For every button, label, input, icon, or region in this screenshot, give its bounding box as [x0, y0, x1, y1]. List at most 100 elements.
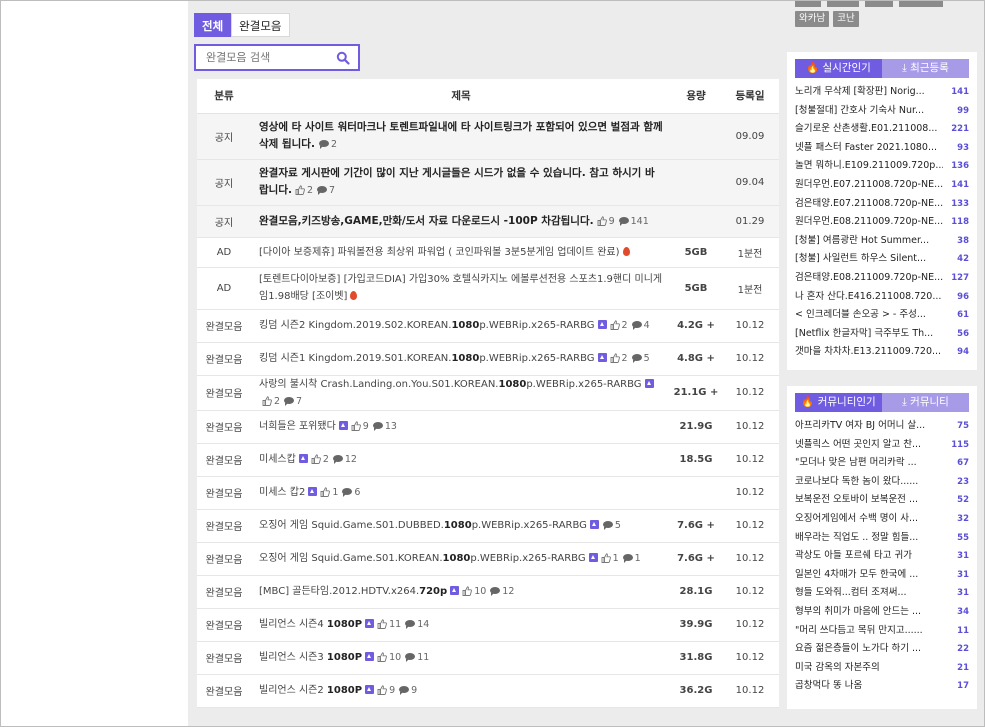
- title-quality[interactable]: 1080P: [327, 685, 362, 696]
- row-title-cell[interactable]: 미세스 캅2 1 6: [251, 476, 671, 510]
- item-title[interactable]: 요즘 젊은층들이 노가다 하기 ...: [795, 640, 943, 659]
- list-item[interactable]: 일본인 4차매가 모두 한국에 ... 31: [795, 566, 969, 585]
- list-item[interactable]: 곽상도 아들 포르쉐 타고 귀가 31: [795, 547, 969, 566]
- title-text[interactable]: 오징어 게임 Squid.Game.S01.KOREAN.: [259, 553, 443, 564]
- list-item[interactable]: 원더우먼.E08.211009.720p-NE... 118: [795, 213, 969, 232]
- title-text[interactable]: 빌리언스 시즌4: [259, 619, 327, 630]
- list-item[interactable]: "모더나 맞은 남편 머리카락 ... 67: [795, 454, 969, 473]
- row-title-cell[interactable]: [MBC] 골든타임.2012.HDTV.x264.720p 10 12: [251, 575, 671, 609]
- table-row[interactable]: 공지 영상에 타 사이트 워터마크나 토렌트파일내에 타 사이트링크가 포함되어 …: [197, 113, 779, 160]
- title-text[interactable]: 빌리언스 시즌2: [259, 685, 327, 696]
- list-item[interactable]: 오징어게임에서 수백 명이 사... 32: [795, 510, 969, 529]
- row-title-cell[interactable]: 영상에 타 사이트 워터마크나 토렌트파일내에 타 사이트링크가 포함되어 있으…: [251, 113, 671, 160]
- tab-completed[interactable]: 완결모음: [231, 13, 290, 37]
- item-title[interactable]: 넷플릭스 어떤 곳인지 알고 찬...: [795, 436, 943, 455]
- list-item[interactable]: 배우라는 직업도 .. 정말 힘들... 55: [795, 529, 969, 548]
- row-title[interactable]: 미세스캅: [259, 454, 296, 465]
- table-row[interactable]: 공지 완결모음,키즈방송,GAME,만화/도서 자료 다운로드시 -100P 차감…: [197, 205, 779, 238]
- table-row[interactable]: 완결모음 너희들은 포위됐다 9 13 21.9G 10.12: [197, 410, 779, 444]
- item-title[interactable]: 보복운전 오토바이 보복운전 ...: [795, 491, 943, 510]
- item-title[interactable]: 검은태양.E08.211009.720p-NE...: [795, 269, 943, 288]
- item-title[interactable]: 일본인 4차매가 모두 한국에 ...: [795, 566, 943, 585]
- search-input[interactable]: [196, 46, 331, 69]
- row-title-cell[interactable]: 오징어 게임 Squid.Game.S01.DUBBED.1080p.WEBRi…: [251, 509, 671, 543]
- tab-recent[interactable]: ⤓ 최근등록: [882, 59, 969, 78]
- row-title-cell[interactable]: 완결모음,키즈방송,GAME,만화/도서 자료 다운로드시 -100P 차감됩니…: [251, 205, 671, 238]
- item-title[interactable]: 곱창먹다 똥 나옴: [795, 677, 943, 696]
- tab-community-popular[interactable]: 🔥 커뮤니티인기: [795, 393, 882, 412]
- row-title-cell[interactable]: 킹덤 시즌2 Kingdom.2019.S02.KOREAN.1080p.WEB…: [251, 309, 671, 343]
- row-title-cell[interactable]: 빌리언스 시즌3 1080P 10 11: [251, 641, 671, 675]
- title-quality[interactable]: 1080: [498, 379, 526, 390]
- tab-community[interactable]: ⤓ 커뮤니티: [882, 393, 969, 412]
- table-row[interactable]: 완결모음 킹덤 시즌2 Kingdom.2019.S02.KOREAN.1080p…: [197, 309, 779, 343]
- item-title[interactable]: 검은태양.E07.211008.720p-NE...: [795, 195, 943, 214]
- item-title[interactable]: 오징어게임에서 수백 명이 사...: [795, 510, 943, 529]
- row-title-cell[interactable]: 사랑의 불시착 Crash.Landing.on.You.S01.KOREAN.…: [251, 375, 671, 411]
- row-title[interactable]: 오징어 게임 Squid.Game.S01.DUBBED.1080p.WEBRi…: [259, 520, 587, 531]
- item-title[interactable]: 형들 도와줘...컴터 조져써...: [795, 584, 943, 603]
- title-quality[interactable]: 1080: [451, 320, 479, 331]
- row-title[interactable]: 킹덤 시즌1 Kingdom.2019.S01.KOREAN.1080p.WEB…: [259, 353, 595, 364]
- list-item[interactable]: [청불] 여름광란 Hot Summer... 38: [795, 232, 969, 251]
- item-title[interactable]: 배우라는 직업도 .. 정말 힘들...: [795, 529, 943, 548]
- item-title[interactable]: 형부의 취미가 마음에 안드는 ...: [795, 603, 943, 622]
- chip-wakanam[interactable]: 와카남: [795, 11, 830, 27]
- item-title[interactable]: 원더우먼.E08.211009.720p-NE...: [795, 213, 943, 232]
- row-title[interactable]: 빌리언스 시즌4 1080P: [259, 619, 362, 630]
- list-item[interactable]: 아프리카TV 여자 BJ 어머니 살... 75: [795, 417, 969, 436]
- title-suffix[interactable]: p.WEBRip.x265-RARBG: [472, 520, 587, 531]
- item-title[interactable]: [청불] 여름광란 Hot Summer...: [795, 232, 943, 251]
- title-text[interactable]: 킹덤 시즌1 Kingdom.2019.S01.KOREAN.: [259, 353, 451, 364]
- item-title[interactable]: 갯마을 차차차.E13.211009.720...: [795, 343, 943, 362]
- title-text[interactable]: 너희들은 포위됐다: [259, 421, 336, 432]
- list-item[interactable]: < 인크레더블 손오공 > - 주성... 61: [795, 306, 969, 325]
- table-row[interactable]: 완결모음 빌리언스 시즌4 1080P 11 14 39.9G 10.12: [197, 608, 779, 642]
- item-title[interactable]: 미국 감옥의 자본주의: [795, 659, 943, 678]
- title-suffix[interactable]: p.WEBRip.x265-RARBG: [479, 353, 594, 364]
- row-title-cell[interactable]: 너희들은 포위됐다 9 13: [251, 410, 671, 444]
- list-item[interactable]: "머리 쓰다듬고 목뒤 만지고...... 11: [795, 622, 969, 641]
- title-text[interactable]: [MBC] 골든타임.2012.HDTV.x264.: [259, 586, 419, 597]
- list-item[interactable]: 원더우먼.E07.211008.720p-NE... 141: [795, 176, 969, 195]
- row-title[interactable]: [다이아 보증제휴] 파워볼전용 최상위 파워업 ( 코인파워볼 3분5분게임 …: [259, 247, 620, 258]
- row-title-cell[interactable]: [다이아 보증제휴] 파워볼전용 최상위 파워업 ( 코인파워볼 3분5분게임 …: [251, 237, 671, 268]
- title-quality[interactable]: 1080: [444, 520, 472, 531]
- row-title[interactable]: 완결모음,키즈방송,GAME,만화/도서 자료 다운로드시 -100P 차감됩니…: [259, 215, 594, 227]
- item-title[interactable]: < 인크레더블 손오공 > - 주성...: [795, 306, 943, 325]
- list-item[interactable]: 슬기로운 산촌생활.E01.211008... 221: [795, 120, 969, 139]
- title-quality[interactable]: 1080P: [327, 652, 362, 663]
- row-title-cell[interactable]: [토렌트다이아보증] [가입코드DIA] 가입30% 호텔식카지노 에볼루션전용…: [251, 267, 671, 310]
- row-title[interactable]: 빌리언스 시즌3 1080P: [259, 652, 362, 663]
- row-title[interactable]: 미세스 캅2: [259, 487, 305, 498]
- title-text[interactable]: [토렌트다이아보증] [가입코드DIA] 가입30% 호텔식카지노 에볼루션전용…: [259, 274, 662, 302]
- title-text[interactable]: 오징어 게임 Squid.Game.S01.DUBBED.: [259, 520, 444, 531]
- list-item[interactable]: [Netflix 한글자막] 극주부도 Th... 56: [795, 325, 969, 344]
- item-title[interactable]: "머리 쓰다듬고 목뒤 만지고......: [795, 622, 943, 641]
- item-title[interactable]: 곽상도 아들 포르쉐 타고 귀가: [795, 547, 943, 566]
- table-row[interactable]: AD [토렌트다이아보증] [가입코드DIA] 가입30% 호텔식카지노 에볼루션…: [197, 267, 779, 310]
- row-title[interactable]: 킹덤 시즌2 Kingdom.2019.S02.KOREAN.1080p.WEB…: [259, 320, 595, 331]
- row-title-cell[interactable]: 빌리언스 시즌4 1080P 11 14: [251, 608, 671, 642]
- tab-all[interactable]: 전체: [194, 13, 232, 37]
- item-title[interactable]: [Netflix 한글자막] 극주부도 Th...: [795, 325, 943, 344]
- title-text[interactable]: 빌리언스 시즌3: [259, 652, 327, 663]
- row-title[interactable]: [MBC] 골든타임.2012.HDTV.x264.720p: [259, 586, 447, 597]
- title-text[interactable]: 사랑의 불시착 Crash.Landing.on.You.S01.KOREAN.: [259, 379, 498, 390]
- list-item[interactable]: 요즘 젊은층들이 노가다 하기 ... 22: [795, 640, 969, 659]
- title-suffix[interactable]: p.WEBRip.x265-RARBG: [479, 320, 594, 331]
- title-text[interactable]: 미세스캅: [259, 454, 296, 465]
- item-title[interactable]: 나 혼자 산다.E416.211008.720...: [795, 288, 943, 307]
- list-item[interactable]: 미국 감옥의 자본주의 21: [795, 659, 969, 678]
- list-item[interactable]: 곱창먹다 똥 나옴 17: [795, 677, 969, 696]
- table-row[interactable]: 완결모음 미세스 캅2 1 6 10.12: [197, 476, 779, 510]
- list-item[interactable]: 검은태양.E07.211008.720p-NE... 133: [795, 195, 969, 214]
- search-icon[interactable]: [336, 51, 350, 65]
- item-title[interactable]: [청불절대] 간호사 기숙사 Nur...: [795, 102, 943, 121]
- row-title-cell[interactable]: 완결자료 게시판에 기간이 많이 지난 게시글들은 시드가 없을 수 있습니다.…: [251, 159, 671, 206]
- list-item[interactable]: 나 혼자 산다.E416.211008.720... 96: [795, 288, 969, 307]
- row-title[interactable]: [토렌트다이아보증] [가입코드DIA] 가입30% 호텔식카지노 에볼루션전용…: [259, 274, 662, 302]
- table-row[interactable]: 완결모음 오징어 게임 Squid.Game.S01.DUBBED.1080p.W…: [197, 509, 779, 543]
- table-row[interactable]: AD [다이아 보증제휴] 파워볼전용 최상위 파워업 ( 코인파워볼 3분5분게…: [197, 237, 779, 268]
- title-quality[interactable]: 1080: [443, 553, 471, 564]
